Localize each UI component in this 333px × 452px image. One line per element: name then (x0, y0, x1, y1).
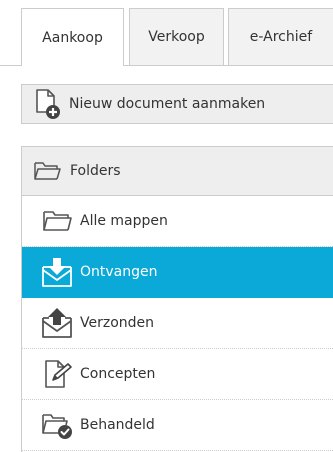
folder-item-concepten[interactable]: Concepten (22, 349, 333, 400)
folder-check-icon (40, 408, 74, 442)
folder-item-label: Alle mappen (80, 213, 168, 229)
draft-edit-icon (40, 357, 74, 391)
folder-item-label: Ontvangen (80, 264, 158, 280)
tab-verkoop[interactable]: Verkoop (129, 8, 224, 65)
folder-item-verzonden[interactable]: Verzonden (22, 298, 333, 349)
folder-icon (33, 158, 63, 184)
folders-header-label: Folders (70, 163, 121, 179)
tab-e-archief[interactable]: e-Archief (228, 8, 333, 65)
folder-list: Alle mappen Ontvangen Verzonden Concepte… (22, 196, 333, 451)
folder-item-alle-mappen[interactable]: Alle mappen (22, 196, 333, 247)
inbox-download-icon (40, 255, 74, 289)
tab-aankoop[interactable]: Aankoop (21, 8, 124, 66)
folder-item-label: Concepten (80, 366, 156, 382)
purchase-sidebar: Aankoop Verkoop e-Archief Nieuw document… (0, 0, 333, 452)
folders-header: Folders (22, 147, 333, 196)
outbox-upload-icon (40, 306, 74, 340)
tab-e-archief-label: e-Archief (249, 29, 313, 45)
folders-panel: Folders Alle mappen Ontvangen Verzonden … (21, 146, 333, 452)
folder-item-label: Behandeld (80, 417, 155, 433)
tab-bar: Aankoop Verkoop e-Archief (0, 0, 333, 66)
folder-item-behandeld[interactable]: Behandeld (22, 400, 333, 451)
tab-verkoop-label: Verkoop (148, 29, 205, 45)
new-document-button[interactable]: Nieuw document aanmaken (21, 84, 333, 124)
folder-item-label: Verzonden (80, 315, 155, 331)
new-document-label: Nieuw document aanmaken (69, 96, 266, 112)
tab-aankoop-label: Aankoop (42, 29, 103, 46)
new-document-icon (33, 85, 67, 123)
folder-icon (40, 204, 74, 238)
folder-item-ontvangen[interactable]: Ontvangen (22, 247, 333, 298)
